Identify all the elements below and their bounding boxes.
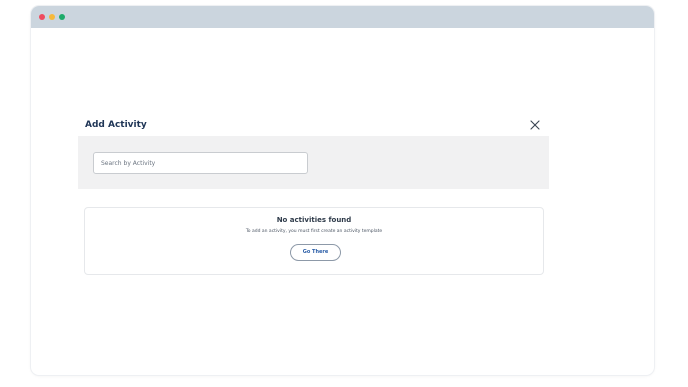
window-maximize-button[interactable] [59,14,65,20]
close-icon [530,120,540,130]
empty-state-card: No activities found To add an activity, … [84,207,544,275]
dialog-title: Add Activity [85,120,147,130]
empty-state-message: To add an activity, you must first creat… [245,229,383,234]
window-minimize-button[interactable] [49,14,55,20]
go-there-button[interactable]: Go There [290,244,341,261]
empty-state-title: No activities found [276,216,352,224]
dialog-close-button[interactable] [528,117,542,131]
window-titlebar [31,6,654,28]
search-input[interactable] [93,152,308,174]
app-window: Add Activity No activities found To add … [31,6,654,375]
window-close-button[interactable] [39,14,45,20]
